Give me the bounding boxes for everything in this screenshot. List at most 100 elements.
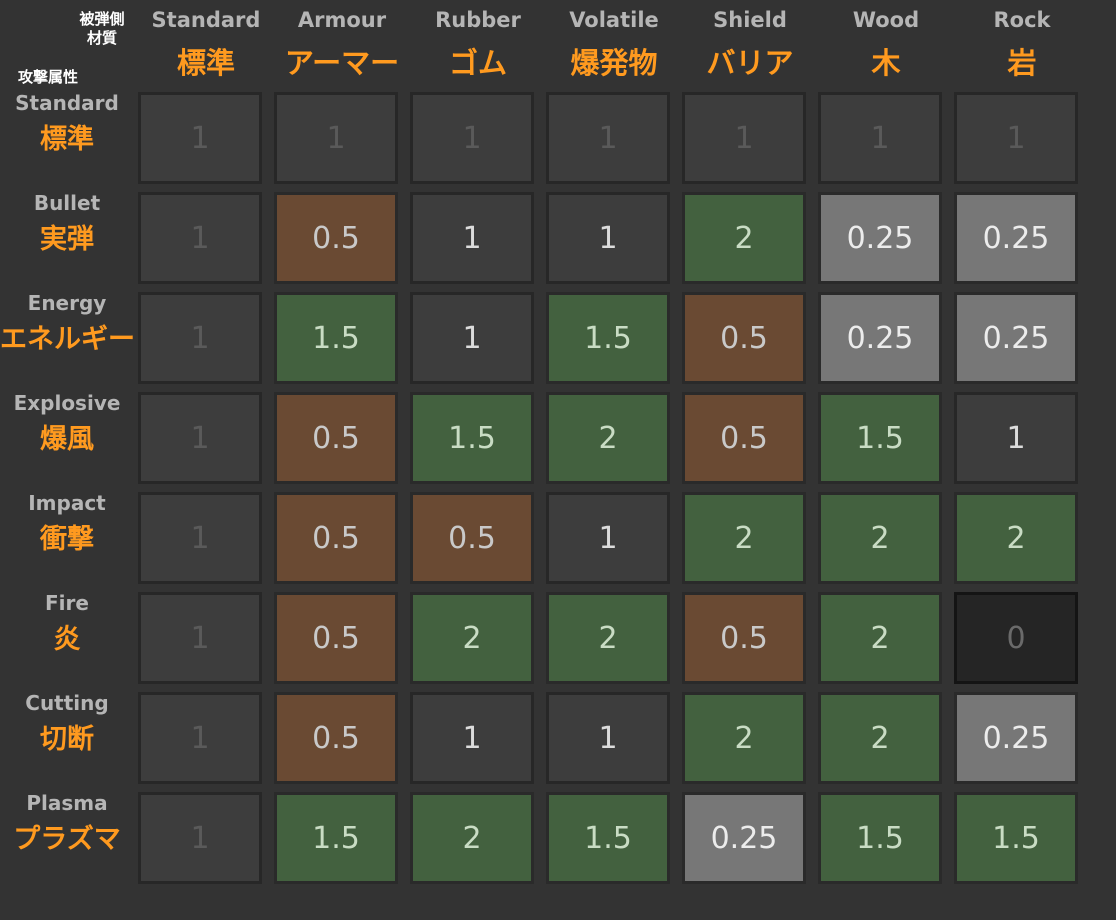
defender-label-line2: 材質 bbox=[86, 29, 117, 47]
multiplier-cell: 1 bbox=[138, 592, 262, 684]
column-header-en: Rock bbox=[993, 8, 1051, 32]
column-header-shield: Shield バリア bbox=[682, 0, 818, 90]
row-header-plasma: Plasma プラズマ bbox=[0, 791, 134, 887]
multiplier-cell: 1 bbox=[138, 692, 262, 784]
multiplier-cell: 1 bbox=[410, 192, 534, 284]
multiplier-cell: 1 bbox=[138, 292, 262, 384]
column-header-jp: ゴム bbox=[448, 46, 507, 80]
column-header-en: Armour bbox=[297, 8, 387, 32]
row-header-standard: Standard 標準 bbox=[0, 91, 134, 187]
table-corner-legend: 被弾側 材質 攻撃属性 bbox=[0, 0, 138, 90]
row-header-en: Standard bbox=[15, 91, 119, 115]
row-header-jp: 衝撃 bbox=[40, 524, 94, 555]
row-header-en: Bullet bbox=[33, 191, 101, 215]
column-header-wood: Wood 木 bbox=[818, 0, 954, 90]
column-header-jp: 木 bbox=[871, 46, 901, 80]
multiplier-cell: 1 bbox=[138, 792, 262, 884]
multiplier-cell: 2 bbox=[818, 692, 942, 784]
multiplier-cell: 2 bbox=[410, 792, 534, 884]
row-header-cutting: Cutting 切断 bbox=[0, 691, 134, 787]
multiplier-cell: 1 bbox=[546, 92, 670, 184]
multiplier-cell: 0.25 bbox=[954, 692, 1078, 784]
multiplier-cell: 1 bbox=[546, 692, 670, 784]
multiplier-cell: 1 bbox=[138, 392, 262, 484]
multiplier-cell: 0.5 bbox=[274, 692, 398, 784]
column-header-volatile: Volatile 爆発物 bbox=[546, 0, 682, 90]
multiplier-cell: 2 bbox=[954, 492, 1078, 584]
row-header-explosive: Explosive 爆風 bbox=[0, 391, 134, 487]
row-header-fire: Fire 炎 bbox=[0, 591, 134, 687]
row-header-jp: 実弾 bbox=[40, 224, 94, 255]
row-header-jp: 標準 bbox=[40, 124, 94, 155]
multiplier-cell: 1.5 bbox=[818, 392, 942, 484]
multiplier-cell: 0.25 bbox=[682, 792, 806, 884]
row-header-impact: Impact 衝撃 bbox=[0, 491, 134, 587]
row-header-en: Plasma bbox=[26, 791, 108, 815]
row-header-jp: プラズマ bbox=[13, 824, 121, 855]
row-header-en: Fire bbox=[45, 591, 89, 615]
multiplier-cell: 0.5 bbox=[274, 492, 398, 584]
multiplier-cell: 2 bbox=[410, 592, 534, 684]
column-header-en: Rubber bbox=[435, 8, 521, 32]
column-header-armour: Armour アーマー bbox=[274, 0, 410, 90]
multiplier-cell: 1.5 bbox=[274, 292, 398, 384]
column-header-jp: 岩 bbox=[1007, 46, 1037, 80]
multiplier-cell: 0.5 bbox=[274, 392, 398, 484]
row-header-jp: 爆風 bbox=[40, 424, 94, 455]
multiplier-cell: 0.5 bbox=[682, 592, 806, 684]
multiplier-cell: 1 bbox=[546, 192, 670, 284]
row-header-en: Impact bbox=[28, 491, 106, 515]
row-header-jp: 炎 bbox=[53, 624, 81, 655]
defender-label-line1: 被弾側 bbox=[79, 10, 125, 28]
multiplier-cell: 0.25 bbox=[954, 292, 1078, 384]
multiplier-cell: 1 bbox=[410, 92, 534, 184]
row-header-jp: エネルギー bbox=[0, 324, 135, 355]
row-header-en: Cutting bbox=[25, 691, 109, 715]
multiplier-cell: 1 bbox=[410, 692, 534, 784]
multiplier-cell: 0.5 bbox=[682, 292, 806, 384]
multiplier-cell: 0 bbox=[954, 592, 1078, 684]
column-header-rubber: Rubber ゴム bbox=[410, 0, 546, 90]
row-header-jp: 切断 bbox=[40, 724, 94, 755]
multiplier-cell: 1.5 bbox=[818, 792, 942, 884]
multiplier-cell: 2 bbox=[818, 592, 942, 684]
multiplier-cell: 1 bbox=[138, 92, 262, 184]
attack-attribute-label: 攻撃属性 bbox=[18, 68, 79, 86]
multiplier-cell: 0.5 bbox=[682, 392, 806, 484]
column-header-en: Volatile bbox=[569, 8, 659, 32]
column-header-jp: 爆発物 bbox=[570, 46, 658, 80]
multiplier-cell: 1 bbox=[138, 492, 262, 584]
multiplier-cell: 2 bbox=[546, 592, 670, 684]
multiplier-cell: 0.5 bbox=[410, 492, 534, 584]
damage-multiplier-table: 被弾側 材質 攻撃属性 Standard 標準 Armour アーマー Rubber ゴム… bbox=[0, 0, 1116, 920]
multiplier-cell: 0.5 bbox=[274, 592, 398, 684]
multiplier-cell: 0.5 bbox=[274, 192, 398, 284]
multiplier-cell: 2 bbox=[546, 392, 670, 484]
multiplier-cell: 1 bbox=[818, 92, 942, 184]
column-header-jp: 標準 bbox=[176, 46, 235, 80]
defender-material-label: 被弾側 材質 bbox=[72, 10, 132, 48]
multiplier-cell: 1.5 bbox=[546, 792, 670, 884]
multiplier-cell: 1.5 bbox=[410, 392, 534, 484]
row-header-en: Explosive bbox=[13, 391, 121, 415]
column-header-en: Standard bbox=[151, 8, 261, 32]
multiplier-cell: 1 bbox=[274, 92, 398, 184]
multiplier-cell: 2 bbox=[682, 692, 806, 784]
multiplier-cell: 1.5 bbox=[954, 792, 1078, 884]
multiplier-cell: 0.25 bbox=[954, 192, 1078, 284]
row-header-en: Energy bbox=[27, 291, 107, 315]
column-header-jp: アーマー bbox=[284, 46, 400, 80]
column-header-en: Shield bbox=[713, 8, 787, 32]
multiplier-cell: 1 bbox=[138, 192, 262, 284]
column-header-rock: Rock 岩 bbox=[954, 0, 1090, 90]
multiplier-cell: 2 bbox=[682, 492, 806, 584]
multiplier-cell: 2 bbox=[818, 492, 942, 584]
multiplier-cell: 0.25 bbox=[818, 292, 942, 384]
multiplier-cell: 1 bbox=[546, 492, 670, 584]
multiplier-cell: 1 bbox=[682, 92, 806, 184]
column-header-standard: Standard 標準 bbox=[138, 0, 274, 90]
multiplier-cell: 1.5 bbox=[546, 292, 670, 384]
multiplier-cell: 1 bbox=[954, 92, 1078, 184]
multiplier-cell: 1 bbox=[410, 292, 534, 384]
row-header-bullet: Bullet 実弾 bbox=[0, 191, 134, 287]
